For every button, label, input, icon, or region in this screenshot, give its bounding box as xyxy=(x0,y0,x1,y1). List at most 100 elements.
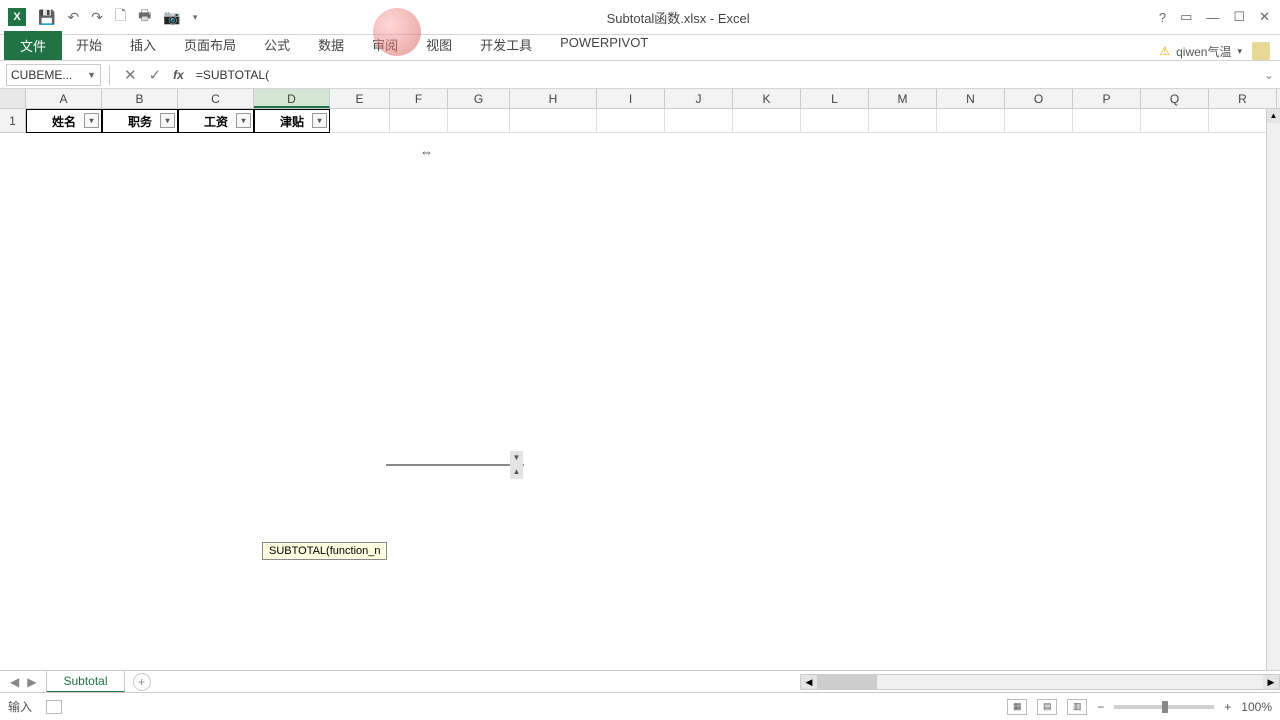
zoom-slider[interactable] xyxy=(1114,705,1214,709)
cell[interactable]: 津贴▾ xyxy=(254,109,330,133)
undo-icon[interactable]: ↶ xyxy=(67,9,79,26)
scroll-up-icon[interactable]: ▲ xyxy=(1267,109,1280,123)
column-header[interactable]: L xyxy=(801,89,869,108)
spreadsheet-grid[interactable]: ABCDEFGHIJKLMNOPQR 1姓名▾职务▾工资▾津贴▾ ⇔ SUBTO… xyxy=(0,89,1280,674)
formula-bar: CUBEME...▼ ✕ ✓ fx ⌄ xyxy=(0,61,1280,89)
window-title: Subtotal函数.xlsx - Excel xyxy=(197,8,1159,27)
zoom-out-icon[interactable]: − xyxy=(1097,700,1104,714)
vertical-scrollbar[interactable]: ▲ xyxy=(1266,109,1280,674)
zoom-level[interactable]: 100% xyxy=(1241,700,1272,714)
ribbon-tab-公式[interactable]: 公式 xyxy=(250,31,304,60)
close-icon[interactable]: ✕ xyxy=(1259,9,1270,25)
minimize-icon[interactable]: — xyxy=(1206,10,1219,25)
select-all-corner[interactable] xyxy=(0,89,26,108)
column-header[interactable]: P xyxy=(1073,89,1141,108)
status-mode: 输入 xyxy=(8,698,32,715)
column-header[interactable]: M xyxy=(869,89,937,108)
redo-icon[interactable]: ↷ xyxy=(91,9,103,26)
avatar xyxy=(1252,42,1270,60)
ribbon-tab-数据[interactable]: 数据 xyxy=(304,31,358,60)
status-bar: 输入 ▦ ▤ ▥ − + 100% xyxy=(0,692,1280,720)
ribbon-options-icon[interactable]: ▭ xyxy=(1180,9,1192,25)
next-sheet-icon[interactable]: ▶ xyxy=(27,675,36,689)
cell[interactable] xyxy=(937,109,1005,133)
cell[interactable] xyxy=(665,109,733,133)
prev-sheet-icon[interactable]: ◀ xyxy=(10,675,19,689)
column-header[interactable]: K xyxy=(733,89,801,108)
cell[interactable] xyxy=(448,109,510,133)
ribbon-tab-开始[interactable]: 开始 xyxy=(62,31,116,60)
expand-formula-icon[interactable]: ⌄ xyxy=(1258,68,1280,82)
ribbon-tab-开发工具[interactable]: 开发工具 xyxy=(466,31,546,60)
cell[interactable] xyxy=(1141,109,1209,133)
row-header[interactable]: 1 xyxy=(0,109,26,133)
column-header[interactable]: A xyxy=(26,89,102,108)
column-header[interactable]: C xyxy=(178,89,254,108)
column-header[interactable]: E xyxy=(330,89,390,108)
name-box[interactable]: CUBEME...▼ xyxy=(6,64,101,86)
filter-icon[interactable]: ▾ xyxy=(84,113,99,128)
cell[interactable] xyxy=(869,109,937,133)
page-layout-view-icon[interactable]: ▤ xyxy=(1037,699,1057,715)
macro-record-icon[interactable] xyxy=(46,700,62,714)
user-name: qiwen气温 xyxy=(1176,43,1231,60)
cell[interactable]: 职务▾ xyxy=(102,109,178,133)
title-bar: X 💾 ↶ ↷ 🗋 🖶 📷 ▾ Subtotal函数.xlsx - Excel … xyxy=(0,0,1280,35)
column-header[interactable]: O xyxy=(1005,89,1073,108)
warning-icon: ⚠ xyxy=(1159,44,1170,58)
scroll-up-icon[interactable]: ▲ xyxy=(510,465,523,479)
add-sheet-button[interactable]: + xyxy=(133,673,151,691)
ribbon-tab-页面布局[interactable]: 页面布局 xyxy=(170,31,250,60)
scroll-right-icon[interactable]: ▶ xyxy=(1263,675,1279,689)
column-header[interactable]: H xyxy=(510,89,597,108)
cell[interactable] xyxy=(733,109,801,133)
column-header[interactable]: J xyxy=(665,89,733,108)
ribbon-tab-文件[interactable]: 文件 xyxy=(4,31,62,60)
sheet-tab[interactable]: Subtotal xyxy=(46,671,124,693)
cell[interactable] xyxy=(1073,109,1141,133)
cursor-icon: ⇔ xyxy=(420,144,433,159)
column-header[interactable]: B xyxy=(102,89,178,108)
column-header[interactable]: Q xyxy=(1141,89,1209,108)
filter-icon[interactable]: ▾ xyxy=(160,113,175,128)
filter-icon[interactable]: ▾ xyxy=(312,113,327,128)
scroll-down-icon[interactable]: ▼ xyxy=(510,451,523,465)
ribbon-tab-powerpivot[interactable]: POWERPIVOT xyxy=(546,31,662,60)
column-header[interactable]: N xyxy=(937,89,1005,108)
normal-view-icon[interactable]: ▦ xyxy=(1007,699,1027,715)
function-suggestion-popup[interactable]: ▲ ▼ xyxy=(386,464,524,466)
cell[interactable] xyxy=(510,109,597,133)
cell[interactable]: 姓名▾ xyxy=(26,109,102,133)
cancel-formula-icon[interactable]: ✕ xyxy=(118,66,143,84)
scroll-left-icon[interactable]: ◀ xyxy=(801,675,817,689)
excel-icon[interactable]: X xyxy=(8,8,26,26)
cell[interactable] xyxy=(801,109,869,133)
fx-icon[interactable]: fx xyxy=(167,68,190,82)
maximize-icon[interactable]: ☐ xyxy=(1233,9,1245,25)
column-header[interactable]: R xyxy=(1209,89,1277,108)
formula-input[interactable] xyxy=(190,64,1258,86)
camera-icon[interactable]: 📷 xyxy=(163,9,180,26)
help-icon[interactable]: ? xyxy=(1159,10,1166,25)
cell[interactable] xyxy=(597,109,665,133)
ribbon-tab-插入[interactable]: 插入 xyxy=(116,31,170,60)
function-tooltip: SUBTOTAL(function_n xyxy=(262,542,387,560)
ribbon-tabs: 文件开始插入页面布局公式数据审阅视图开发工具POWERPIVOT ⚠ qiwen… xyxy=(0,35,1280,61)
cell[interactable] xyxy=(390,109,448,133)
column-header[interactable]: I xyxy=(597,89,665,108)
print-icon[interactable]: 🖶 xyxy=(138,5,151,29)
column-header[interactable]: G xyxy=(448,89,510,108)
filter-icon[interactable]: ▾ xyxy=(236,113,251,128)
horizontal-scrollbar[interactable]: ◀ ▶ xyxy=(800,674,1280,690)
new-file-icon[interactable]: 🗋 xyxy=(115,5,126,29)
zoom-in-icon[interactable]: + xyxy=(1224,700,1231,714)
page-break-view-icon[interactable]: ▥ xyxy=(1067,699,1087,715)
save-icon[interactable]: 💾 xyxy=(38,9,55,26)
confirm-formula-icon[interactable]: ✓ xyxy=(143,66,168,84)
user-account[interactable]: ⚠ qiwen气温 ▾ xyxy=(1159,42,1280,60)
cell[interactable]: 工资▾ xyxy=(178,109,254,133)
cell[interactable] xyxy=(1005,109,1073,133)
column-header[interactable]: D xyxy=(254,89,330,108)
cell[interactable] xyxy=(330,109,390,133)
column-header[interactable]: F xyxy=(390,89,448,108)
